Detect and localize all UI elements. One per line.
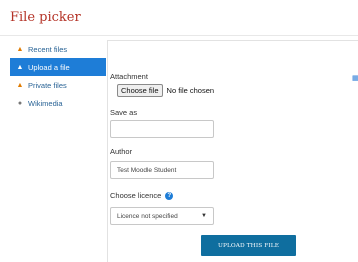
grid-view-icon[interactable]: ▦: [352, 74, 358, 82]
sidebar-item-label: Upload a file: [28, 62, 70, 72]
licence-selected-value: Licence not specified: [117, 212, 178, 220]
help-icon[interactable]: ?: [165, 192, 174, 201]
sidebar-item-wikimedia[interactable]: ● Wikimedia: [10, 94, 106, 112]
licence-label-row: Choose licence ?: [110, 191, 174, 201]
recent-files-icon: ▲: [16, 45, 24, 53]
attachment-label: Attachment: [110, 72, 148, 81]
upload-icon: ▲: [16, 63, 24, 71]
upload-file-button[interactable]: UPLOAD THIS FILE: [201, 235, 296, 256]
save-as-input[interactable]: [110, 120, 214, 138]
sidebar-item-label: Recent files: [28, 44, 68, 54]
wikimedia-icon: ●: [17, 99, 23, 107]
save-as-label: Save as: [110, 108, 138, 117]
title-divider: [0, 35, 358, 36]
private-files-icon: ▲: [16, 81, 24, 89]
chevron-down-icon: ▼: [201, 213, 207, 219]
author-label: Author: [110, 147, 133, 156]
file-status: No file chosen: [166, 86, 215, 95]
author-input[interactable]: [110, 161, 214, 179]
sidebar-item-private-files[interactable]: ▲ Private files: [10, 76, 106, 94]
sidebar-item-label: Private files: [28, 80, 67, 90]
dialog-title: File picker: [10, 10, 81, 25]
sidebar-item-label: Wikimedia: [28, 98, 63, 108]
repository-sidebar: ▲ Recent files ▲ Upload a file ▲ Private…: [10, 40, 106, 112]
licence-select[interactable]: Licence not specified ▼: [110, 207, 214, 225]
sidebar-item-recent-files[interactable]: ▲ Recent files: [10, 40, 106, 58]
licence-label: Choose licence: [110, 191, 162, 200]
sidebar-item-upload-a-file[interactable]: ▲ Upload a file: [10, 58, 106, 76]
file-input: Choose file No file chosen: [117, 84, 214, 97]
choose-file-button[interactable]: Choose file: [117, 84, 163, 97]
